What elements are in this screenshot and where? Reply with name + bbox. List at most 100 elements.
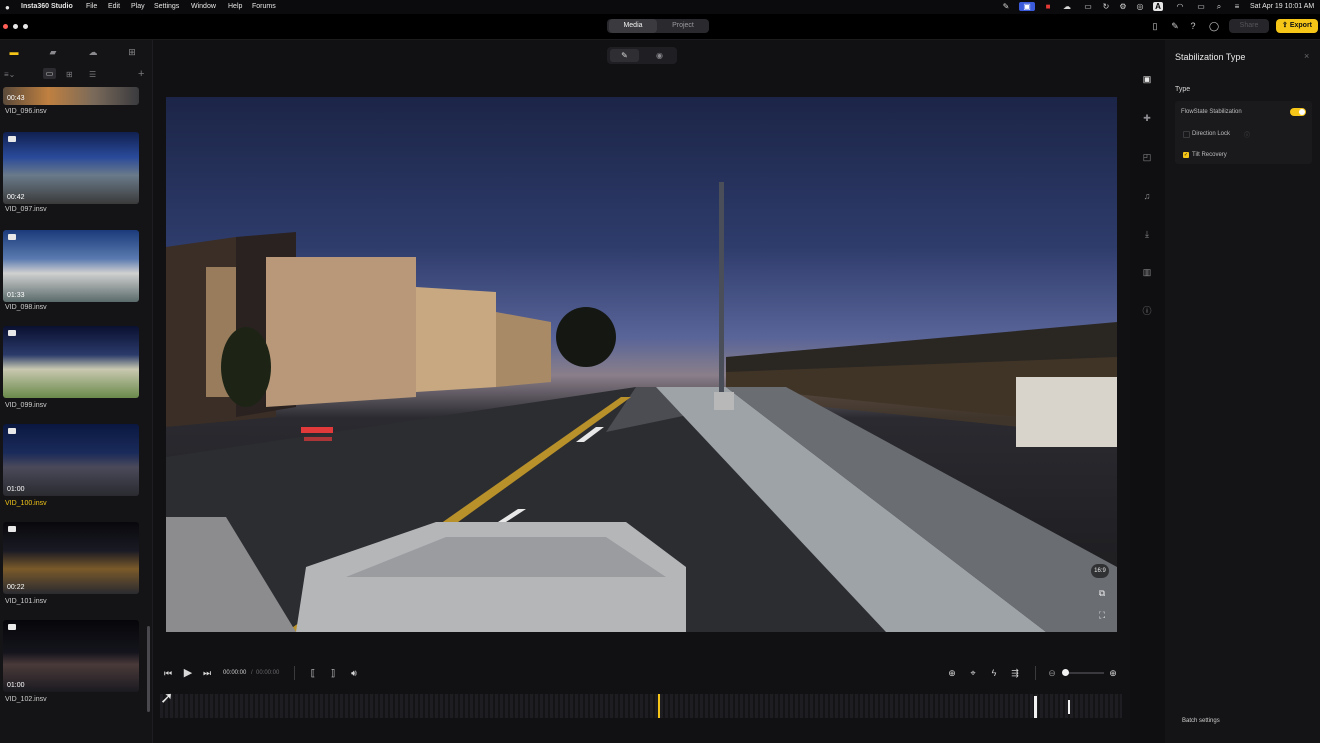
color-tool-icon[interactable]: ▥ xyxy=(1141,266,1153,278)
user-icon[interactable]: ◯ xyxy=(1208,20,1220,32)
previous-frame-icon[interactable]: ⏮ xyxy=(162,667,174,679)
export-button[interactable]: ⇪ Export xyxy=(1276,19,1318,33)
menu-settings[interactable]: Settings xyxy=(154,3,179,10)
grid-view-icon[interactable]: ⊞ xyxy=(66,70,73,79)
search-icon[interactable]: ⌕ xyxy=(1214,2,1224,11)
close-icon[interactable]: × xyxy=(1304,51,1309,61)
aspect-ratio-badge[interactable]: 16:9 xyxy=(1091,564,1109,578)
zoom-out-icon[interactable]: ⊖ xyxy=(1046,667,1058,679)
record-stop-icon[interactable]: ■ xyxy=(1043,2,1053,11)
menubar-clock[interactable]: Sat Apr 19 10:01 AM xyxy=(1250,3,1314,10)
clip-thumbnail[interactable]: 01:00 xyxy=(3,424,139,496)
clip-name[interactable]: VID_096.insv xyxy=(5,108,47,115)
tilt-recovery-checkbox[interactable]: ✓ xyxy=(1183,152,1189,158)
clip-thumbnail[interactable] xyxy=(3,326,139,398)
clip-thumbnail[interactable]: 00:43 xyxy=(3,87,139,105)
share-button[interactable]: Share xyxy=(1229,19,1269,33)
timeline-trim-out[interactable] xyxy=(1068,700,1070,714)
layout-icon[interactable]: ▯ xyxy=(1149,20,1161,32)
clip-name[interactable]: VID_099.insv xyxy=(5,402,47,409)
tab-media[interactable]: Media xyxy=(609,19,657,33)
clip-name[interactable]: VID_098.insv xyxy=(5,304,47,311)
tilt-recovery-label: Tilt Recovery xyxy=(1192,152,1227,158)
clip-name[interactable]: VID_097.insv xyxy=(5,206,47,213)
plugin-tool-icon[interactable]: ✚ xyxy=(1141,112,1153,124)
ai-edit-icon[interactable]: ϟ xyxy=(988,667,1000,679)
speed-ramp-icon[interactable]: ⇶ xyxy=(1009,667,1021,679)
sort-menu-icon[interactable]: ≡⌄ xyxy=(4,70,15,79)
folder-tab-icon[interactable]: ▰ xyxy=(46,46,60,58)
gear-icon[interactable]: ⚙ xyxy=(1118,2,1128,11)
divider xyxy=(294,666,295,680)
clip-name[interactable]: VID_101.insv xyxy=(5,598,47,605)
menu-help[interactable]: Help xyxy=(228,3,242,10)
next-frame-icon[interactable]: ⏭ xyxy=(201,667,213,679)
list-view-icon[interactable]: ☰ xyxy=(89,70,96,79)
menu-play[interactable]: Play xyxy=(131,3,145,10)
fullscreen-icon[interactable]: ⛶ xyxy=(1095,608,1109,622)
export-icon: ⇪ xyxy=(1282,22,1288,29)
preview-eye-icon[interactable]: ◉ xyxy=(645,49,674,62)
import-tab-icon[interactable]: ⊞ xyxy=(125,46,139,58)
keyboard-input-icon[interactable]: A xyxy=(1153,2,1163,11)
stabilization-tool-icon[interactable]: ▣ xyxy=(1141,73,1153,85)
target-icon[interactable]: ◎ xyxy=(1135,2,1145,11)
deep-track-icon[interactable]: ⌖ xyxy=(967,667,979,679)
help-icon[interactable]: ? xyxy=(1187,20,1199,32)
direction-lock-checkbox[interactable] xyxy=(1183,131,1190,138)
clip-name-selected[interactable]: VID_100.insv xyxy=(5,500,47,507)
zoom-slider-handle[interactable] xyxy=(1062,669,1069,676)
window-zoom-button[interactable] xyxy=(23,24,28,29)
sidebar-scrollbar[interactable] xyxy=(147,626,150,712)
media-library-sidebar: ▬ ▰ ☁ ⊞ ≡⌄ ▭ ⊞ ☰ + 00:43 VID_096.insv 00… xyxy=(0,40,153,743)
info-tool-icon[interactable]: ⓘ xyxy=(1141,305,1153,317)
sync-icon[interactable]: ↻ xyxy=(1101,2,1111,11)
edit-mode-icon[interactable]: ✎ xyxy=(610,49,639,62)
cloud-icon[interactable]: ☁ xyxy=(1062,2,1072,11)
download-tool-icon[interactable]: ⤓ xyxy=(1141,228,1153,240)
window-minimize-button[interactable] xyxy=(13,24,18,29)
apple-icon[interactable]: ● xyxy=(5,3,10,12)
app-menu[interactable]: Insta360 Studio xyxy=(21,3,73,10)
menu-file[interactable]: File xyxy=(86,3,97,10)
add-media-icon[interactable]: + xyxy=(138,68,144,80)
tab-project[interactable]: Project xyxy=(659,19,707,33)
clip-name[interactable]: VID_102.insv xyxy=(5,696,47,703)
picture-in-picture-icon[interactable]: ⧉ xyxy=(1095,586,1109,600)
volume-icon[interactable]: 🔊︎ xyxy=(348,667,360,679)
menu-forums[interactable]: Forums xyxy=(252,3,276,10)
batch-settings-button[interactable]: Batch settings xyxy=(1182,718,1220,724)
add-keyframe-icon[interactable]: ⊕ xyxy=(946,667,958,679)
video-preview[interactable]: 16:9 ⧉ ⛶ xyxy=(166,97,1117,632)
menu-edit[interactable]: Edit xyxy=(108,3,120,10)
window-close-button[interactable] xyxy=(3,24,8,29)
menu-window[interactable]: Window xyxy=(191,3,216,10)
help-icon[interactable]: ⓘ xyxy=(1244,130,1250,139)
timeline-track[interactable] xyxy=(160,694,1122,718)
zoom-in-icon[interactable]: ⊕ xyxy=(1107,667,1119,679)
trim-end-icon[interactable]: ⟧ xyxy=(327,667,339,679)
status-tool-icon[interactable]: ✎ xyxy=(1001,2,1011,11)
clip-thumbnail[interactable]: 00:22 xyxy=(3,522,139,594)
screen-record-icon[interactable]: ▣ xyxy=(1019,2,1035,11)
audio-tool-icon[interactable]: ♫ xyxy=(1141,190,1153,202)
play-button[interactable]: ▶ xyxy=(182,667,194,679)
local-media-tab-icon[interactable]: ▬ xyxy=(7,46,21,58)
wifi-icon[interactable]: ◠ xyxy=(1175,2,1185,11)
battery-icon[interactable]: ▭ xyxy=(1194,2,1208,11)
large-thumb-view-icon[interactable]: ▭ xyxy=(43,68,56,79)
zoom-slider-track[interactable] xyxy=(1064,672,1104,674)
display-icon[interactable]: ▭ xyxy=(1083,2,1093,11)
timeline-playhead[interactable] xyxy=(658,694,660,718)
clip-thumbnail[interactable]: 01:00 xyxy=(3,620,139,692)
camera-tool-icon[interactable]: ◰ xyxy=(1141,151,1153,163)
cloud-tab-icon[interactable]: ☁ xyxy=(86,46,100,58)
clip-thumbnail[interactable]: 00:42 xyxy=(3,132,139,204)
flowstate-toggle[interactable] xyxy=(1290,108,1306,116)
clip-thumbnail[interactable]: 01:33 xyxy=(3,230,139,302)
control-center-icon[interactable]: ≡ xyxy=(1232,2,1242,11)
trim-start-icon[interactable]: ⟦ xyxy=(307,667,319,679)
stabilization-options: FlowState Stabilization Direction Lock ⓘ… xyxy=(1175,101,1312,164)
edit-note-icon[interactable]: ✎ xyxy=(1169,20,1181,32)
timeline-trim-in[interactable] xyxy=(1034,696,1037,718)
